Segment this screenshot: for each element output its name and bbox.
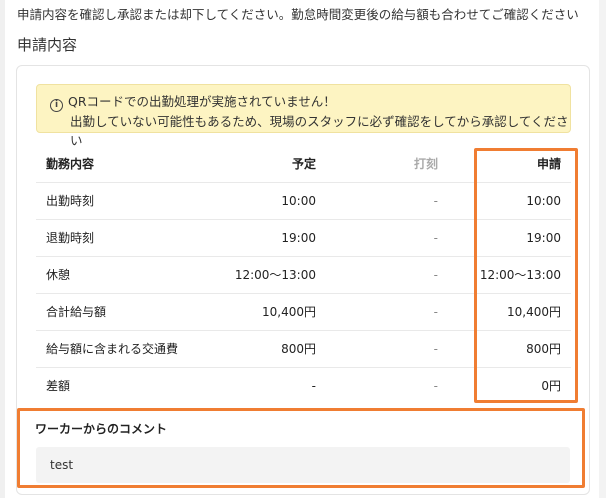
- scheduled-value: 12:00〜13:00: [204, 256, 326, 294]
- scheduled-value: 19:00: [204, 219, 326, 257]
- stamped-value: -: [433, 378, 438, 393]
- scheduled-value: -: [311, 378, 316, 393]
- approval-page: 申請内容を確認し承認または却下してください。勤怠時間変更後の給与額も合わせてご確…: [0, 0, 606, 498]
- table-row: 休憩 12:00〜13:00 - 12:00〜13:00: [36, 256, 571, 294]
- warning-alert: i QRコードでの出勤処理が実施されていません！ 出勤していない可能性もあるため、…: [36, 84, 571, 148]
- table-row: 退勤時刻 19:00 - 19:00: [36, 219, 571, 257]
- row-label: 差額: [46, 379, 71, 394]
- stamped-value: -: [326, 293, 448, 331]
- row-label: 合計給与額: [36, 293, 204, 331]
- requested-value: 10,400円: [448, 293, 571, 331]
- stamped-value: -: [326, 330, 448, 368]
- stamped-value: -: [326, 256, 448, 294]
- scheduled-value: 10:00: [204, 182, 326, 220]
- row-label: 退勤時刻: [36, 219, 204, 257]
- scrollbar[interactable]: [599, 0, 606, 498]
- comment-label: ワーカーからのコメント: [35, 422, 168, 436]
- work-summary-table: 勤務内容 予定 打刻 申請 出勤時刻 10:00 - 10:00 退勤時刻 19…: [36, 145, 571, 404]
- instruction-text: 申請内容を確認し承認または却下してください。勤怠時間変更後の給与額も合わせてご確…: [17, 7, 579, 22]
- requested-value: 10:00: [448, 182, 571, 220]
- requested-value: 0円: [541, 379, 561, 394]
- row-label: 給与額に含まれる交通費: [36, 330, 204, 368]
- stamped-value: -: [326, 182, 448, 220]
- row-label: 休憩: [36, 256, 204, 294]
- alert-line-1: i QRコードでの出勤処理が実施されていません！: [50, 92, 570, 112]
- worker-comment-box: ワーカーからのコメント test: [17, 408, 585, 488]
- header-work-item: 勤務内容: [36, 145, 204, 183]
- header-requested: 申請: [448, 145, 571, 183]
- table-row: 合計給与額 10,400円 - 10,400円: [36, 293, 571, 331]
- row-label: 出勤時刻: [36, 182, 204, 220]
- table-row: 出勤時刻 10:00 - 10:00: [36, 182, 571, 220]
- requested-value: 19:00: [448, 219, 571, 257]
- header-stamped: 打刻: [326, 145, 448, 183]
- table-header-row: 勤務内容 予定 打刻 申請: [36, 145, 571, 183]
- table-row: 差額 - - 0円: [36, 367, 571, 404]
- section-title: 申請内容: [17, 36, 78, 54]
- requested-value: 12:00〜13:00: [448, 256, 571, 294]
- scheduled-value: 800円: [204, 330, 326, 368]
- scheduled-value: 10,400円: [204, 293, 326, 331]
- info-icon: i: [50, 99, 63, 112]
- requested-value: 800円: [448, 330, 571, 368]
- stamped-value: -: [326, 219, 448, 257]
- comment-text: test: [36, 447, 570, 483]
- header-scheduled: 予定: [204, 145, 326, 183]
- backdrop-edge: [0, 0, 5, 498]
- table-row: 給与額に含まれる交通費 800円 - 800円: [36, 330, 571, 368]
